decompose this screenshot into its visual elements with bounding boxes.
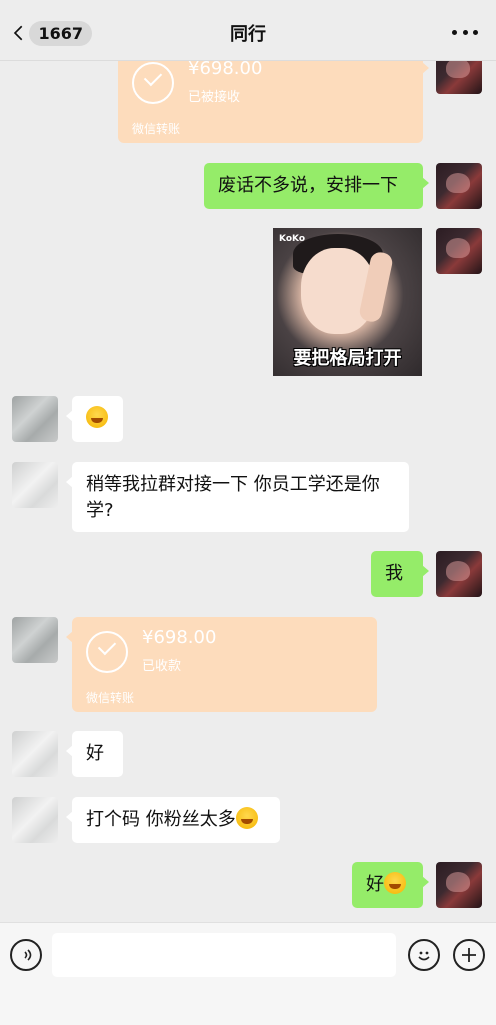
avatar[interactable] (436, 60, 482, 94)
transfer-amount: ¥698.00 (142, 627, 217, 648)
sticker-caption: 要把格局打开 (293, 348, 402, 369)
message-bubble[interactable]: 我 (371, 551, 429, 597)
message-bubble[interactable] (66, 396, 123, 442)
avatar[interactable] (12, 797, 58, 843)
message-bubble[interactable]: 废话不多说，安排一下 (204, 163, 429, 209)
avatar[interactable] (436, 862, 482, 908)
message-text: 好 (366, 874, 384, 895)
voice-icon[interactable] (10, 939, 42, 971)
avatar[interactable] (436, 163, 482, 209)
emoji-icon[interactable] (408, 939, 440, 971)
transfer-amount: ¥698.00 (188, 60, 263, 79)
transfer-source: 微信转账 (86, 691, 135, 705)
avatar[interactable] (12, 617, 58, 663)
chat-title: 同行 (230, 24, 266, 45)
message-bubble[interactable]: 稍等我拉群对接一下 你员工学还是你学? (66, 462, 409, 532)
transfer-source: 微信转账 (132, 122, 181, 136)
plus-icon[interactable] (453, 939, 485, 971)
transfer-card[interactable]: ¥698.00 已收款 微信转账 (66, 617, 377, 712)
chat-header: 1667 同行 (0, 0, 496, 61)
avatar[interactable] (436, 228, 482, 274)
avatar[interactable] (12, 731, 58, 777)
message-bubble[interactable]: 打个码 你粉丝太多 (66, 797, 280, 843)
avatar[interactable] (12, 396, 58, 442)
transfer-status: 已收款 (142, 659, 182, 674)
message-input[interactable] (52, 933, 396, 977)
sticker-image[interactable]: KoKo 要把格局打开 (273, 228, 422, 376)
message-list[interactable]: ¥698.00 已被接收 微信转账 废话不多说，安排一下 KoKo 要把格局打开… (0, 60, 496, 922)
avatar[interactable] (436, 551, 482, 597)
thinking-emoji-icon (384, 872, 406, 894)
laughing-tears-emoji-icon (235, 807, 258, 829)
laughing-tears-emoji-icon (86, 406, 108, 428)
avatar[interactable] (12, 462, 58, 508)
transfer-card[interactable]: ¥698.00 已被接收 微信转账 (118, 60, 429, 143)
check-circle-icon (132, 62, 174, 104)
message-bubble[interactable]: 好 (352, 862, 429, 908)
transfer-status: 已被接收 (188, 90, 241, 105)
message-bubble[interactable]: 好 (66, 731, 123, 777)
check-circle-icon (86, 631, 128, 673)
more-options-icon[interactable] (452, 20, 478, 44)
sticker-brand: KoKo (279, 234, 305, 244)
input-bar (0, 922, 496, 1025)
message-text: 打个码 你粉丝太多 (86, 809, 236, 830)
